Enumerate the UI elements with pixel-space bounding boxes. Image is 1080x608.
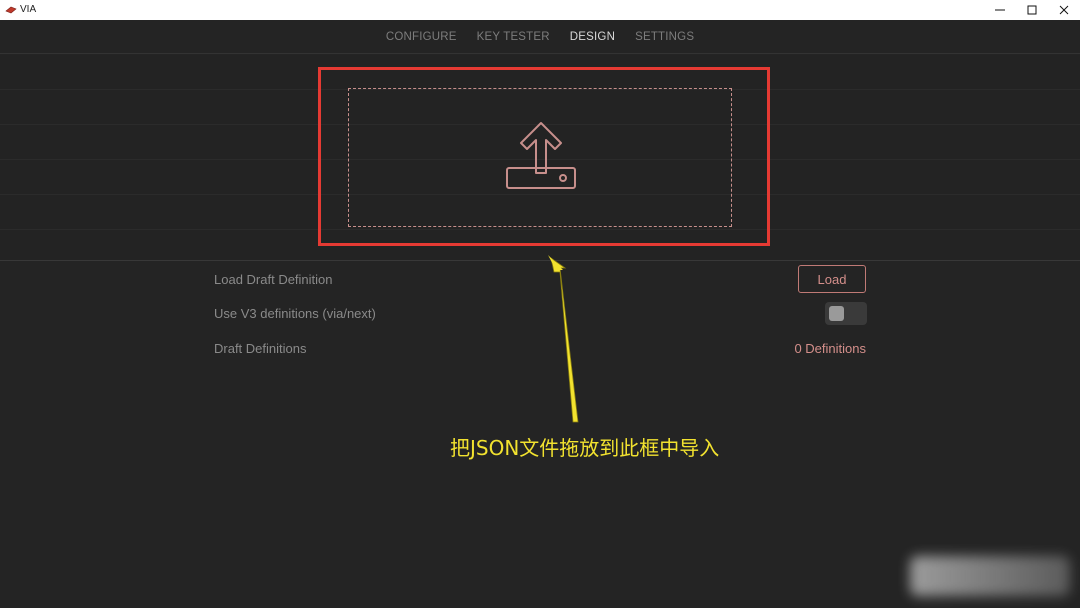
use-v3-label: Use V3 definitions (via/next) [214,306,376,321]
title-bar: VIA [0,0,1080,20]
main-nav: CONFIGURE KEY TESTER DESIGN SETTINGS [0,20,1080,54]
close-button[interactable] [1048,0,1080,20]
toggle-knob [829,306,844,321]
minimize-button[interactable] [984,0,1016,20]
load-draft-label: Load Draft Definition [214,272,333,287]
tab-configure[interactable]: CONFIGURE [386,31,457,43]
load-button[interactable]: Load [798,265,866,293]
upload-icon [506,122,576,189]
annotation-text: 把JSON文件拖放到此框中导入 [450,436,720,460]
via-window: VIA CONFIGURE KEY TESTER DESIGN SETTINGS [0,0,1080,608]
maximize-button[interactable] [1016,0,1048,20]
tab-key-tester[interactable]: KEY TESTER [477,31,550,43]
minimize-icon [995,9,1005,11]
close-icon [1059,5,1069,15]
use-v3-toggle[interactable] [825,302,867,325]
draft-definitions-label: Draft Definitions [214,341,307,356]
draft-definitions-count: 0 Definitions [794,341,866,356]
window-title: VIA [20,4,37,15]
tab-design[interactable]: DESIGN [570,31,615,43]
json-drop-zone[interactable] [348,88,732,227]
via-logo-icon [5,6,17,14]
tab-settings[interactable]: SETTINGS [635,31,694,43]
maximize-icon [1027,5,1037,15]
watermark [910,556,1070,596]
